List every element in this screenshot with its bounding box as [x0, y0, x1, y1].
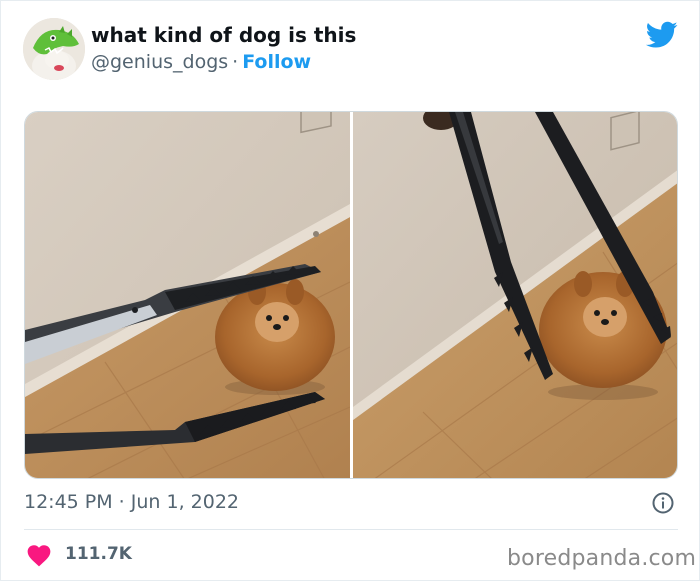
watermark-text: boredpanda.com [507, 546, 697, 571]
like-count[interactable]: 111.7K [65, 544, 132, 564]
tweet-card: what kind of dog is this @genius_dogs · Fo… [0, 0, 700, 581]
photo-dog-with-tongs-vertical[interactable] [353, 112, 677, 478]
info-icon[interactable] [651, 491, 675, 515]
photo-dog-with-tongs-horizontal[interactable] [25, 112, 350, 478]
handle-row: @genius_dogs · Follow [91, 51, 311, 73]
twitter-bird-icon[interactable] [645, 21, 678, 49]
avatar[interactable] [23, 18, 85, 80]
separator-dot: · [232, 51, 239, 73]
follow-button[interactable]: Follow [242, 51, 311, 73]
divider [24, 529, 678, 530]
media-grid [24, 111, 678, 479]
display-name[interactable]: what kind of dog is this [91, 23, 356, 47]
user-handle[interactable]: @genius_dogs [91, 51, 228, 73]
tweet-timestamp[interactable]: 12:45 PM · Jun 1, 2022 [24, 491, 239, 513]
heart-icon[interactable] [26, 543, 52, 567]
